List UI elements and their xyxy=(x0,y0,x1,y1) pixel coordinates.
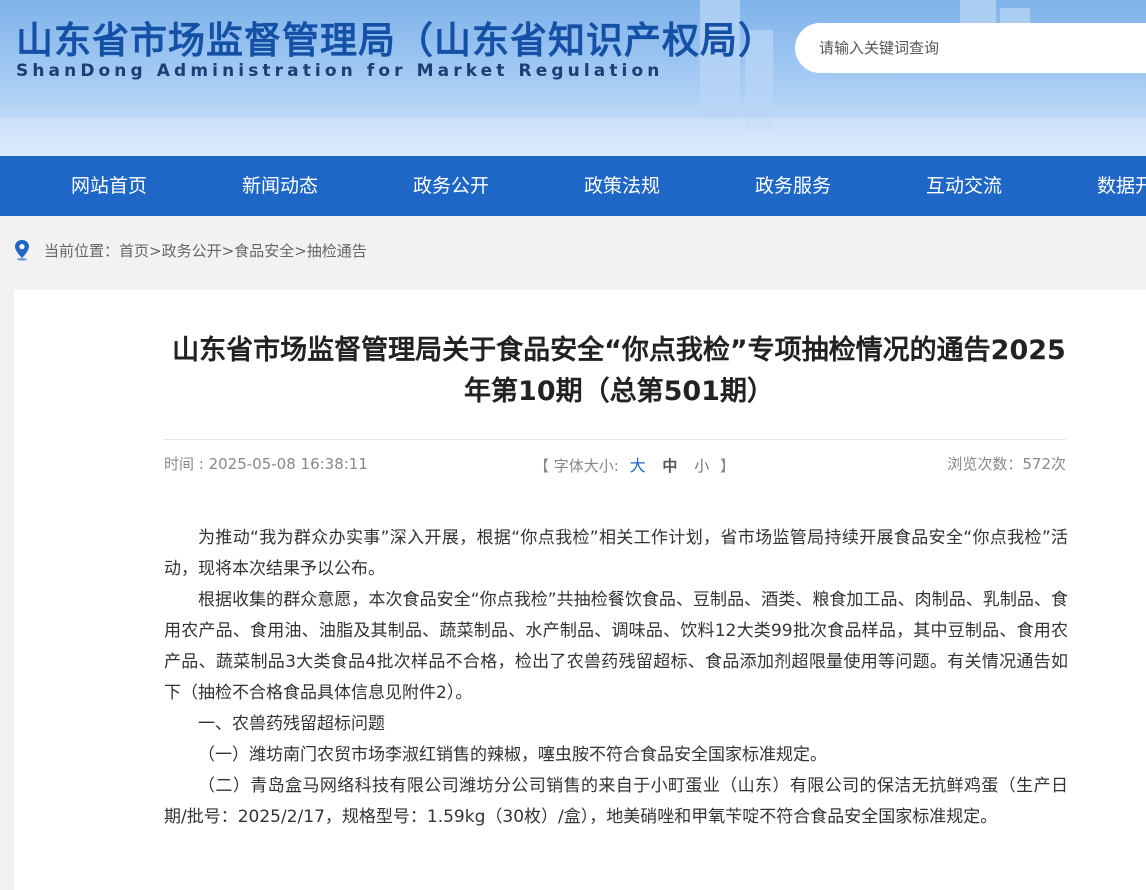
article-paragraph: 一、农兽药残留超标问题 xyxy=(198,714,385,734)
article-paragraph: 根据收集的群众意愿，本次食品安全“你点我检”共抽检餐饮食品、豆制品、酒类、粮食加… xyxy=(164,590,1068,703)
nav-item-policy[interactable]: 政策法规 xyxy=(584,156,660,216)
header-banner: 山东省市场监督管理局（山东省知识产权局） ShanDong Administra… xyxy=(0,0,1146,156)
font-size-label: 【 字体大小: xyxy=(534,457,619,475)
font-size-close-bracket: 】 xyxy=(720,457,736,475)
font-size-small-button[interactable]: 小 xyxy=(694,457,709,475)
nav-item-news[interactable]: 新闻动态 xyxy=(242,156,318,216)
breadcrumb-separator: > xyxy=(149,242,162,260)
article-card: 山东省市场监督管理局关于食品安全“你点我检”专项抽检情况的通告2025年第10期… xyxy=(14,290,1146,890)
article-paragraph: 为推动“我为群众办实事”深入开展，根据“你点我检”相关工作计划，省市场监管局持续… xyxy=(164,528,1068,579)
breadcrumb-separator: > xyxy=(294,242,307,260)
font-size-control: 【 字体大小: 大 中 小 】 xyxy=(534,452,735,476)
nav-item-data[interactable]: 数据开 xyxy=(1097,156,1146,216)
banner-city-haze xyxy=(0,118,1146,156)
font-size-large-button[interactable]: 大 xyxy=(630,456,646,475)
main-nav: 网站首页 新闻动态 政务公开 政策法规 政务服务 互动交流 数据开 xyxy=(0,156,1146,216)
font-size-medium-button[interactable]: 中 xyxy=(662,457,677,475)
breadcrumb-text: 当前位置：首页>政务公开>食品安全>抽检通告 xyxy=(44,240,367,261)
nav-item-interaction[interactable]: 互动交流 xyxy=(926,156,1002,216)
site-title: 山东省市场监督管理局（山东省知识产权局） xyxy=(16,19,776,62)
article-body: 为推动“我为群众办实事”深入开展，根据“你点我检”相关工作计划，省市场监管局持续… xyxy=(164,523,1068,833)
meta-divider xyxy=(164,439,1066,440)
article-paragraph: （一）潍坊南门农贸市场李淑红销售的辣椒，噻虫胺不符合食品安全国家标准规定。 xyxy=(198,745,827,765)
location-pin-icon xyxy=(14,239,30,261)
site-subtitle: ShanDong Administration for Market Regul… xyxy=(16,61,664,81)
breadcrumb-link-food-safety[interactable]: 食品安全 xyxy=(234,242,294,260)
view-count: 浏览次数：572次 xyxy=(947,455,1066,473)
nav-item-home[interactable]: 网站首页 xyxy=(71,156,147,216)
breadcrumb-prefix: 当前位置： xyxy=(44,242,120,260)
publish-time: 时间 : 2025-05-08 16:38:11 xyxy=(164,455,368,473)
breadcrumb-link-gov-affairs[interactable]: 政务公开 xyxy=(162,242,222,260)
breadcrumb-separator: > xyxy=(221,242,235,260)
nav-item-services[interactable]: 政务服务 xyxy=(755,156,831,216)
article-title: 山东省市场监督管理局关于食品安全“你点我检”专项抽检情况的通告2025年第10期… xyxy=(172,335,1066,407)
breadcrumb-link-home[interactable]: 首页 xyxy=(119,242,149,260)
search-input[interactable] xyxy=(819,36,1119,60)
breadcrumb-link-inspection[interactable]: 抽检通告 xyxy=(307,242,367,260)
nav-item-gov-affairs[interactable]: 政务公开 xyxy=(413,156,489,216)
article-paragraph: （二）青岛盒马网络科技有限公司潍坊分公司销售的来自于小町蛋业（山东）有限公司的保… xyxy=(164,776,1068,827)
search-box[interactable] xyxy=(795,23,1146,73)
